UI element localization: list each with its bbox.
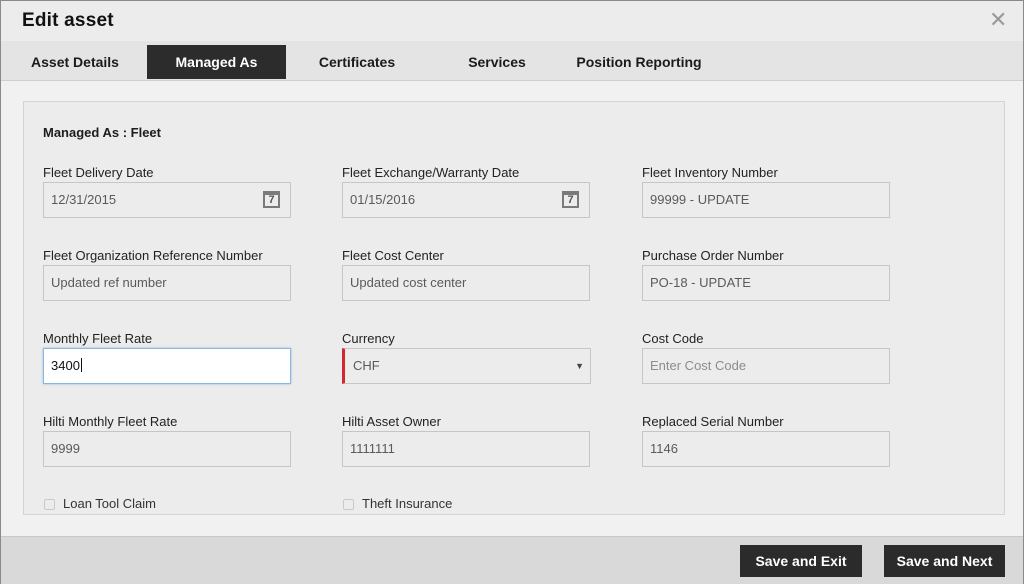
text-cursor <box>80 358 82 372</box>
monthly-fleet-rate-value: 3400 <box>51 358 80 373</box>
replaced-serial-number-label: Replaced Serial Number <box>642 414 784 429</box>
replaced-serial-number-field[interactable]: 1146 <box>642 431 890 467</box>
fleet-inventory-number-label: Fleet Inventory Number <box>642 165 778 180</box>
close-icon[interactable]: ✕ <box>989 9 1007 31</box>
tab-asset-details[interactable]: Asset Details <box>5 45 145 79</box>
currency-value: CHF <box>353 358 380 373</box>
hilti-asset-owner-field[interactable]: 1111111 <box>342 431 590 467</box>
hilti-asset-owner-label: Hilti Asset Owner <box>342 414 441 429</box>
purchase-order-number-label: Purchase Order Number <box>642 248 784 263</box>
save-and-exit-button[interactable]: Save and Exit <box>740 545 862 577</box>
loan-tool-claim-label: Loan Tool Claim <box>63 496 156 511</box>
fleet-cost-center-field[interactable]: Updated cost center <box>342 265 590 301</box>
currency-select[interactable]: CHF ▼ <box>342 348 591 384</box>
theft-insurance-label: Theft Insurance <box>362 496 453 511</box>
section-title: Managed As : Fleet <box>43 125 161 140</box>
currency-label: Currency <box>342 331 395 346</box>
fleet-exchange-date-field[interactable]: 01/15/2016 7 <box>342 182 590 218</box>
monthly-fleet-rate-label: Monthly Fleet Rate <box>43 331 153 346</box>
managed-as-panel: Managed As : Fleet Fleet Delivery Date 1… <box>23 101 1005 515</box>
tab-position-reporting[interactable]: Position Reporting <box>567 45 711 79</box>
fleet-delivery-date-field[interactable]: 12/31/2015 7 <box>43 182 291 218</box>
hilti-monthly-fleet-rate-value: 9999 <box>51 441 80 456</box>
monthly-fleet-rate-input[interactable]: 3400 <box>43 348 291 384</box>
fleet-exchange-date-label: Fleet Exchange/Warranty Date <box>342 165 520 180</box>
cost-code-input[interactable]: Enter Cost Code <box>642 348 890 384</box>
theft-insurance-checkbox[interactable] <box>343 499 354 510</box>
save-and-next-button[interactable]: Save and Next <box>884 545 1005 577</box>
purchase-order-number-field[interactable]: PO-18 - UPDATE <box>642 265 890 301</box>
tab-managed-as[interactable]: Managed As <box>147 45 286 79</box>
dialog-footer: Save and Exit Save and Next <box>1 536 1023 584</box>
calendar-icon[interactable]: 7 <box>263 191 280 208</box>
tab-certificates[interactable]: Certificates <box>288 45 426 79</box>
cost-code-placeholder: Enter Cost Code <box>650 358 747 373</box>
purchase-order-number-value: PO-18 - UPDATE <box>650 275 751 290</box>
chevron-down-icon[interactable]: ▼ <box>575 349 584 383</box>
tab-bar: Asset Details Managed As Certificates Se… <box>1 41 1023 81</box>
fleet-inventory-number-field[interactable]: 99999 - UPDATE <box>642 182 890 218</box>
fleet-org-ref-number-value: Updated ref number <box>51 275 167 290</box>
tab-services[interactable]: Services <box>429 45 565 79</box>
cost-code-label: Cost Code <box>642 331 704 346</box>
fleet-delivery-date-value: 12/31/2015 <box>51 192 117 207</box>
fleet-delivery-date-label: Fleet Delivery Date <box>43 165 154 180</box>
hilti-monthly-fleet-rate-field[interactable]: 9999 <box>43 431 291 467</box>
fleet-cost-center-label: Fleet Cost Center <box>342 248 444 263</box>
hilti-asset-owner-value: 1111111 <box>350 441 395 456</box>
fleet-inventory-number-value: 99999 - UPDATE <box>650 192 750 207</box>
replaced-serial-number-value: 1146 <box>650 441 678 456</box>
fleet-exchange-date-value: 01/15/2016 <box>350 192 416 207</box>
calendar-icon[interactable]: 7 <box>562 191 579 208</box>
dialog-header: Edit asset ✕ <box>1 1 1023 41</box>
fleet-org-ref-number-label: Fleet Organization Reference Number <box>43 248 263 263</box>
edit-asset-dialog: Edit asset ✕ Asset Details Managed As Ce… <box>0 0 1024 584</box>
loan-tool-claim-checkbox[interactable] <box>44 499 55 510</box>
hilti-monthly-fleet-rate-label: Hilti Monthly Fleet Rate <box>43 414 178 429</box>
fleet-cost-center-value: Updated cost center <box>350 275 467 290</box>
fleet-org-ref-number-field[interactable]: Updated ref number <box>43 265 291 301</box>
dialog-title: Edit asset <box>22 10 114 31</box>
